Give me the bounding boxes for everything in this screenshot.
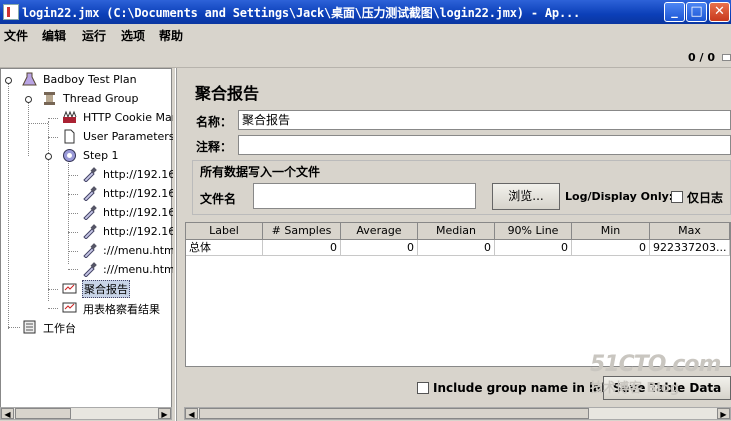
- file-group-title: 所有数据写入一个文件: [198, 163, 323, 180]
- dropper-icon: [82, 205, 97, 221]
- document-icon: [62, 129, 77, 144]
- maximize-button[interactable]: □: [686, 2, 707, 22]
- tree-label: 用表格察看结果: [83, 303, 160, 316]
- scroll-left-arrow-icon[interactable]: ◀: [1, 408, 14, 419]
- tree-label: :///menu.htm: [103, 244, 175, 257]
- tree-node-sampler[interactable]: http://192.168.: [82, 165, 186, 184]
- dropper-icon: [82, 224, 97, 240]
- comment-label: 注释：: [196, 140, 233, 154]
- minimize-button[interactable]: _: [664, 2, 685, 22]
- expand-toggle[interactable]: [5, 77, 12, 84]
- tree-node-test-plan[interactable]: Badboy Test Plan: [22, 70, 172, 89]
- close-button[interactable]: ✕: [709, 2, 730, 22]
- controller-icon: [62, 148, 77, 163]
- comment-field[interactable]: [238, 135, 731, 155]
- report-icon: [62, 281, 77, 296]
- tree-label: Badboy Test Plan: [43, 73, 137, 86]
- tree-label: User Parameters: [83, 130, 175, 143]
- title-bar: login22.jmx (C:\Documents and Settings\J…: [0, 0, 731, 24]
- tree-node-step1[interactable]: Step 1: [62, 146, 172, 165]
- tree-label: 聚合报告: [82, 280, 130, 298]
- table-cell[interactable]: 0: [263, 240, 341, 256]
- column-header[interactable]: Average: [341, 223, 418, 240]
- table-cell[interactable]: 0: [341, 240, 418, 256]
- tree-node-sampler[interactable]: :///menu.htm: [82, 260, 175, 279]
- expand-toggle[interactable]: [45, 153, 52, 160]
- menu-edit[interactable]: 编辑: [42, 27, 66, 44]
- flask-icon: [22, 72, 37, 87]
- log-display-label: Log/Display Only:: [565, 190, 674, 203]
- name-label: 名称：: [196, 115, 233, 129]
- results-table[interactable]: Label # Samples Average Median 90% Line …: [185, 222, 731, 367]
- tree-label: :///menu.htm: [103, 263, 175, 276]
- errors-only-checkbox[interactable]: [671, 191, 683, 203]
- dropper-icon: [82, 243, 97, 259]
- table-cell[interactable]: 922337203...: [650, 240, 730, 256]
- tree-label: Thread Group: [63, 92, 139, 105]
- expand-toggle[interactable]: [25, 96, 32, 103]
- watermark-line1: 51CTO.com: [590, 352, 721, 377]
- scroll-right-arrow-icon[interactable]: ▶: [158, 408, 171, 419]
- dropper-icon: [82, 186, 97, 202]
- column-header[interactable]: Median: [418, 223, 495, 240]
- table-cell[interactable]: 0: [572, 240, 650, 256]
- tree-node-sampler[interactable]: http://192.168.: [82, 184, 186, 203]
- clipboard-icon: [22, 319, 37, 334]
- report-icon: [62, 300, 77, 315]
- errors-only-label: 仅日志: [687, 191, 724, 205]
- menu-options[interactable]: 选项: [121, 27, 145, 44]
- table-cell[interactable]: 总体: [186, 240, 263, 256]
- column-header[interactable]: Max: [650, 223, 730, 240]
- tree-node-user-parameters[interactable]: User Parameters: [62, 127, 175, 146]
- tree-node-sampler[interactable]: http://192.168.: [82, 203, 186, 222]
- scroll-right-arrow-icon[interactable]: ▶: [717, 408, 730, 419]
- dropper-icon: [82, 262, 97, 278]
- window-title: login22.jmx (C:\Documents and Settings\J…: [22, 6, 581, 20]
- table-cell[interactable]: 0: [495, 240, 572, 256]
- dropper-icon: [82, 167, 97, 183]
- name-field[interactable]: 聚合报告: [238, 110, 731, 130]
- menu-file[interactable]: 文件: [4, 27, 28, 44]
- table-cell[interactable]: 0: [418, 240, 495, 256]
- thread-counter: 0 / 0: [688, 51, 715, 64]
- column-header[interactable]: # Samples: [263, 223, 341, 240]
- column-header[interactable]: Min: [572, 223, 650, 240]
- spool-icon: [42, 91, 57, 106]
- column-header[interactable]: 90% Line: [495, 223, 572, 240]
- menu-run[interactable]: 运行: [82, 27, 106, 44]
- page-title: 聚合报告: [195, 84, 260, 103]
- column-header[interactable]: Label: [186, 223, 263, 240]
- menu-help[interactable]: 帮助: [159, 27, 183, 44]
- tree-label: HTTP Cookie Mana: [83, 111, 186, 124]
- tree-label: 工作台: [43, 322, 76, 335]
- tree-node-sampler[interactable]: :///menu.htm: [82, 241, 175, 260]
- tree-node-thread-group[interactable]: Thread Group: [42, 89, 172, 108]
- tree-node-cookie-manager[interactable]: HTTP Cookie Mana: [62, 108, 185, 127]
- scroll-thumb[interactable]: [199, 408, 589, 419]
- pane-splitter[interactable]: [173, 68, 183, 421]
- test-plan-tree[interactable]: Badboy Test Plan Thread Group HTTP Cooki…: [0, 68, 186, 408]
- menu-bar: 文件 编辑 运行 选项 帮助: [0, 24, 731, 46]
- tree-label: Step 1: [83, 149, 119, 162]
- scroll-thumb[interactable]: [15, 408, 71, 419]
- panel-horizontal-scrollbar[interactable]: ◀ ▶: [184, 407, 731, 420]
- scroll-left-arrow-icon[interactable]: ◀: [185, 408, 198, 419]
- tree-node-workbench[interactable]: 工作台: [22, 317, 172, 336]
- include-group-checkbox[interactable]: [417, 382, 429, 394]
- tree-horizontal-scrollbar[interactable]: ◀ ▶: [0, 407, 172, 420]
- toolbar: 0 / 0: [0, 46, 731, 68]
- filename-input[interactable]: [253, 183, 476, 209]
- app-icon: [3, 4, 19, 20]
- watermark-line2: 技术博客 Blog: [590, 381, 680, 396]
- tree-node-aggregate-report[interactable]: 聚合报告: [62, 279, 172, 298]
- watermark: 51CTO.com 技术博客 Blog: [590, 352, 721, 396]
- tree-node-view-results-table[interactable]: 用表格察看结果: [62, 298, 172, 317]
- tree-node-sampler[interactable]: http://192.168.: [82, 222, 186, 241]
- status-indicator: [722, 54, 731, 61]
- filename-label: 文件名: [200, 192, 237, 206]
- browse-button[interactable]: 浏览...: [492, 183, 560, 210]
- cookie-manager-icon: [62, 110, 77, 125]
